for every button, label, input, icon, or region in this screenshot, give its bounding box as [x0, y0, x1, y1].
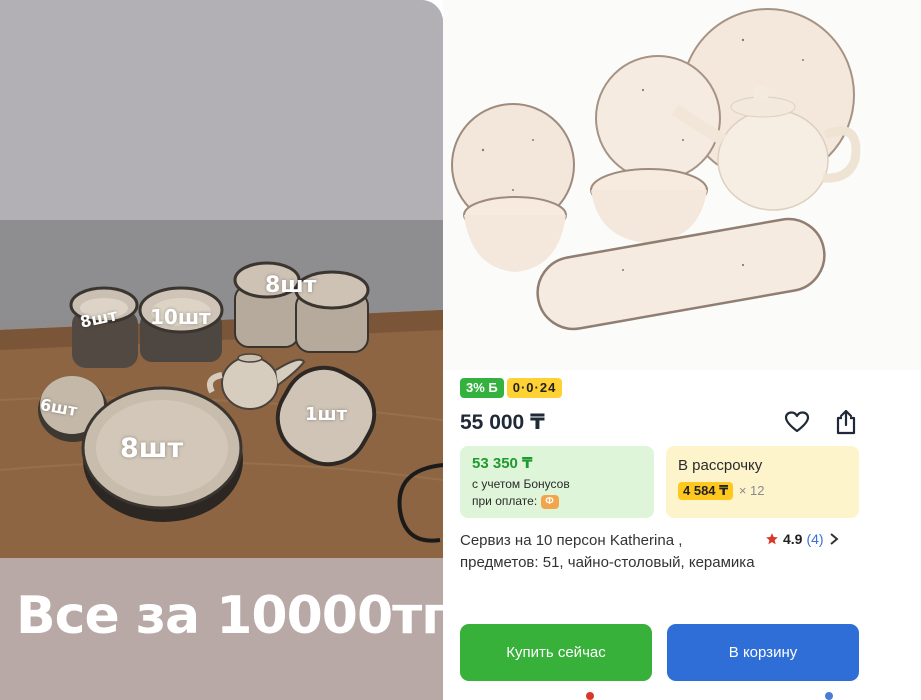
rating-link[interactable]: 4.9 (4) [765, 531, 840, 547]
installment-card[interactable]: В рассрочку 4 584 ₸ × 12 [666, 446, 859, 518]
star-icon [766, 533, 778, 545]
product-price: 55 000 ₸ [460, 411, 545, 434]
add-to-cart-button[interactable]: В корзину [667, 624, 859, 681]
bonus-note-line2: при оплате: [472, 494, 538, 508]
installment-amount: 4 584 ₸ [678, 482, 734, 500]
bonus-price-card[interactable]: 53 350 ₸ с учетом Бонусов при оплате: Ф [460, 446, 654, 518]
nav-icon-red [586, 692, 594, 700]
dishes-photo: 8шт 10шт 8шт 6шт 8шт 1шт Все за 10000тг [0, 0, 443, 700]
installment-row: 4 584 ₸ × 12 [678, 482, 847, 500]
installment-multiplier: × 12 [738, 483, 765, 498]
bonus-price: 53 350 ₸ [472, 455, 533, 472]
buy-now-button[interactable]: Купить сейчас [460, 624, 652, 681]
nav-icon-blue [825, 692, 833, 700]
installment-badge: 0·0·24 [506, 378, 563, 398]
label-large-bowls-count: 8шт [265, 273, 317, 298]
label-stack-plates-count: 10шт [150, 305, 211, 329]
bonus-badge: 3% Б [460, 378, 504, 398]
bonus-note: с учетом Бонусов при оплате: Ф [472, 476, 642, 510]
bonus-note-line1: с учетом Бонусов [472, 477, 570, 491]
label-dinner-plates-count: 8шт [120, 433, 184, 464]
label-oval-dish-count: 1шт [305, 404, 348, 425]
payment-mark-icon: Ф [540, 494, 559, 509]
favorite-button[interactable] [783, 408, 811, 436]
product-image[interactable] [443, 0, 921, 370]
chevron-right-icon [829, 533, 839, 545]
heart-icon [784, 411, 810, 433]
review-count: (4) [806, 531, 824, 547]
promo-price-text: Все за 10000тг [16, 586, 443, 646]
screenshot-collage: 8шт 10шт 8шт 6шт 8шт 1шт Все за 10000тг [0, 0, 921, 700]
share-icon [836, 409, 856, 435]
bonus-note-line2-row: при оплате: Ф [472, 493, 642, 510]
product-title: Сервиз на 10 персон Katherina , предмето… [460, 532, 755, 571]
rating-value: 4.9 [783, 531, 803, 547]
product-card: 3% Б 0·0·24 55 000 ₸ 53 350 ₸ с учетом Б… [443, 0, 921, 700]
share-button[interactable] [832, 408, 860, 436]
installment-title: В рассрочку [678, 457, 763, 474]
promo-badges: 3% Б 0·0·24 [460, 378, 563, 398]
